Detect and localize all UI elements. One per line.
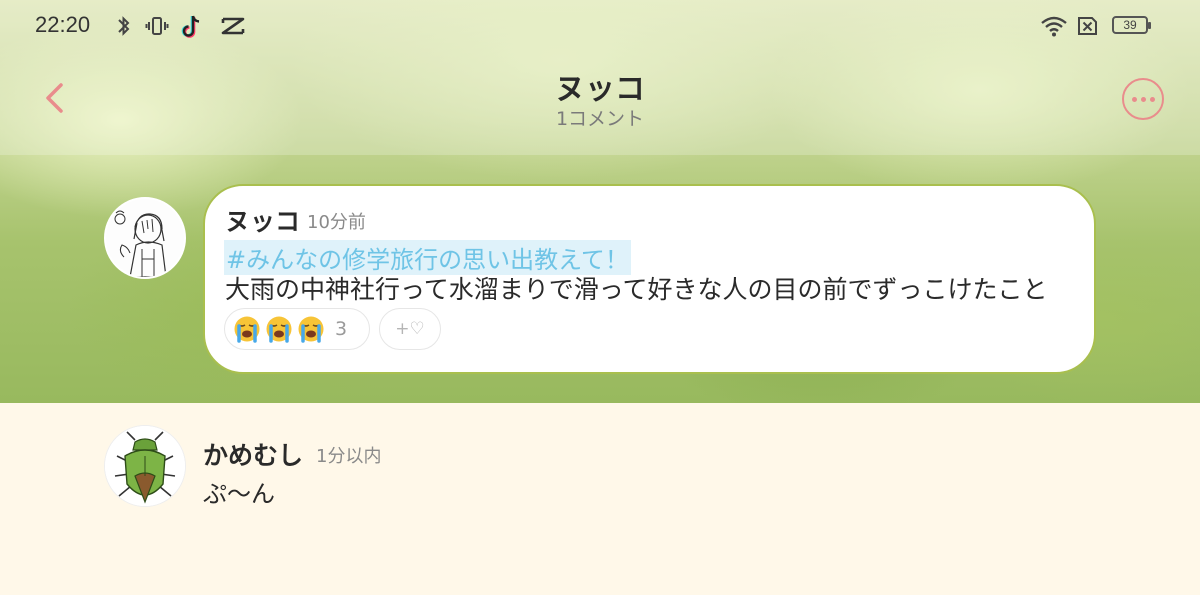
reaction-count: 3 xyxy=(335,318,348,340)
stink-bug-icon xyxy=(105,426,185,506)
battery-level: 39 xyxy=(1123,18,1137,32)
vibrate-icon xyxy=(145,17,169,35)
more-dot xyxy=(1149,96,1155,102)
comment-time: 1分以内 xyxy=(316,446,382,467)
more-dot xyxy=(1140,96,1146,102)
add-reaction-label: +♡ xyxy=(395,319,425,339)
comment-author-name[interactable]: かめむし xyxy=(203,436,303,472)
no-sim-icon xyxy=(1078,17,1097,35)
post-author-name[interactable]: ヌッコ xyxy=(225,202,300,238)
loudly-crying-face-icon xyxy=(234,316,260,343)
comment-author-avatar[interactable] xyxy=(104,425,186,507)
bluetooth-icon xyxy=(118,16,130,36)
battery-icon: 39 xyxy=(1112,16,1151,34)
sketch-avatar-icon xyxy=(106,199,184,277)
comment-body: ぷ〜ん xyxy=(203,480,275,508)
reaction-summary-button[interactable]: 3 xyxy=(224,308,370,350)
wifi-icon xyxy=(1041,16,1067,37)
post-time: 10分前 xyxy=(307,212,366,233)
comment-count: 1コメント xyxy=(555,108,645,130)
status-bar: 22:20 39 xyxy=(0,0,1200,52)
status-time: 22:20 xyxy=(35,12,91,37)
post-body: 大雨の中神社行って水溜まりで滑って好きな人の目の前でずっこけたこと xyxy=(225,275,1048,304)
more-options-button[interactable] xyxy=(1122,78,1164,120)
page-title: ヌッコ xyxy=(555,72,645,107)
add-reaction-button[interactable]: +♡ xyxy=(379,308,441,350)
tiktok-icon xyxy=(181,15,200,38)
capcut-icon xyxy=(221,17,245,35)
loudly-crying-face-icon xyxy=(298,316,324,343)
post-author-avatar[interactable] xyxy=(104,197,186,279)
more-dot xyxy=(1131,96,1137,102)
loudly-crying-face-icon xyxy=(266,316,292,343)
